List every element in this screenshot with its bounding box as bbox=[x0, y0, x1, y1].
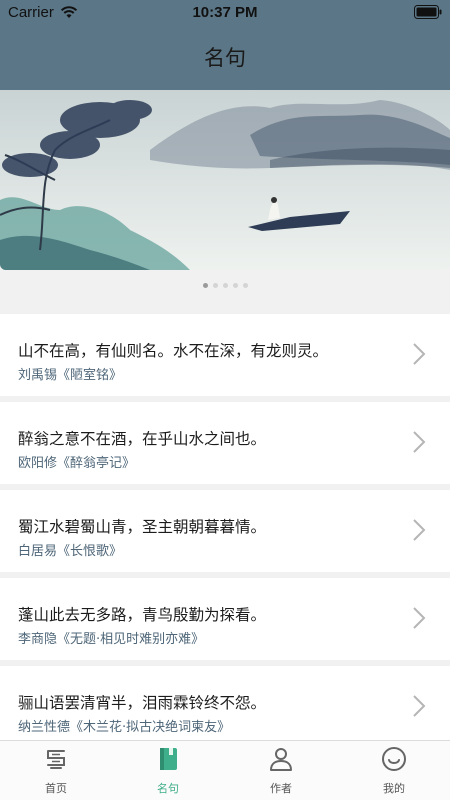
quote-item[interactable]: 醉翁之意不在酒，在乎山水之间也。 欧阳修《醉翁亭记》 bbox=[0, 402, 450, 484]
tab-bar: 首页 名句 作者 我的 bbox=[0, 740, 450, 800]
quote-item[interactable]: 骊山语罢清宵半，泪雨霖铃终不怨。 纳兰性德《木兰花·拟古决绝词柬友》 bbox=[0, 666, 450, 748]
tab-label: 我的 bbox=[383, 782, 405, 795]
nav-header: Carrier 10:37 PM 名句 bbox=[0, 0, 450, 90]
quote-text: 骊山语罢清宵半，泪雨霖铃终不怨。 bbox=[18, 694, 267, 712]
chevron-right-icon bbox=[413, 343, 426, 365]
quote-text: 山不在高，有仙则名。水不在深，有龙则灵。 bbox=[18, 342, 329, 360]
carousel-dot[interactable] bbox=[242, 283, 248, 288]
page-title: 名句 bbox=[204, 46, 246, 70]
quote-source: 欧阳修《醉翁亭记》 bbox=[18, 456, 136, 471]
smile-icon bbox=[382, 747, 406, 771]
banner-carousel[interactable] bbox=[0, 90, 450, 270]
chevron-right-icon bbox=[413, 695, 426, 717]
tab-label: 名句 bbox=[157, 782, 179, 795]
tab-home[interactable]: 首页 bbox=[0, 741, 112, 800]
quote-source: 李商隐《无题·相见时难别亦难》 bbox=[18, 632, 205, 647]
quote-text: 蜀江水碧蜀山青，圣主朝朝暮暮情。 bbox=[18, 518, 267, 536]
quote-item[interactable]: 蓬山此去无多路，青鸟殷勤为探看。 李商隐《无题·相见时难别亦难》 bbox=[0, 578, 450, 660]
carousel-dot[interactable] bbox=[212, 283, 218, 288]
battery-icon bbox=[414, 5, 442, 19]
carousel-dot[interactable] bbox=[232, 283, 238, 288]
tab-authors[interactable]: 作者 bbox=[225, 741, 337, 800]
status-bar: Carrier 10:37 PM bbox=[0, 0, 450, 26]
status-time: 10:37 PM bbox=[192, 4, 258, 21]
quote-item[interactable]: 山不在高，有仙则名。水不在深，有龙则灵。 刘禹锡《陋室铭》 bbox=[0, 314, 450, 396]
chevron-right-icon bbox=[413, 519, 426, 541]
tab-label: 首页 bbox=[45, 782, 67, 795]
carousel-indicator bbox=[0, 283, 450, 293]
tab-label: 作者 bbox=[270, 782, 292, 795]
tab-quotes[interactable]: 名句 bbox=[112, 741, 224, 800]
quote-text: 蓬山此去无多路，青鸟殷勤为探看。 bbox=[18, 606, 267, 624]
quote-item[interactable]: 蜀江水碧蜀山青，圣主朝朝暮暮情。 白居易《长恨歌》 bbox=[0, 490, 450, 572]
book-icon bbox=[160, 748, 177, 770]
quote-source: 白居易《长恨歌》 bbox=[18, 544, 123, 559]
landscape-painting bbox=[0, 90, 450, 270]
chevron-right-icon bbox=[413, 607, 426, 629]
home-icon bbox=[47, 750, 65, 769]
chevron-right-icon bbox=[413, 431, 426, 453]
quote-text: 醉翁之意不在酒，在乎山水之间也。 bbox=[18, 430, 267, 448]
tab-mine[interactable]: 我的 bbox=[338, 741, 450, 800]
quote-source: 纳兰性德《木兰花·拟古决绝词柬友》 bbox=[18, 720, 231, 735]
carousel-dot[interactable] bbox=[202, 283, 208, 288]
quote-source: 刘禹锡《陋室铭》 bbox=[18, 368, 123, 383]
carousel-dot[interactable] bbox=[222, 283, 228, 288]
person-icon bbox=[270, 748, 292, 771]
